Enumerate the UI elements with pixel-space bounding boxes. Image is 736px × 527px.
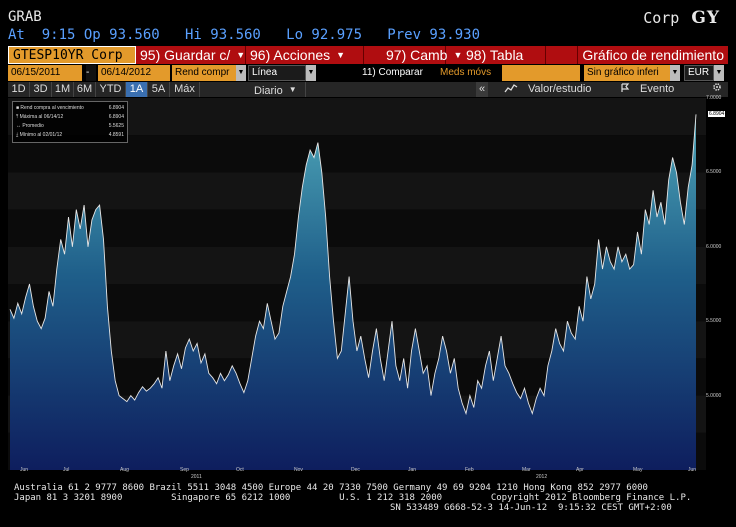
table-label: 98) Tabla: [466, 47, 524, 63]
change-button[interactable]: 97) Camb ▼: [364, 46, 462, 64]
moving-average-field[interactable]: [502, 65, 580, 81]
chevron-down-icon: ▼: [288, 85, 297, 94]
period-button[interactable]: 5A: [148, 82, 170, 97]
chevron-down-icon[interactable]: ▼: [306, 65, 316, 81]
x-month-label: Dec: [351, 467, 360, 473]
x-axis: Jun Jul Aug Sep Oct Nov Dec Jan Feb Mar Apr May Jun 2…: [8, 465, 706, 481]
period-button[interactable]: Máx: [170, 82, 200, 97]
period-bar: 1D 3D 1M 6M YTD 1A 5A Máx Diario ▼ « Valor/estud…: [8, 82, 728, 97]
field-select[interactable]: Rend compr: [172, 65, 236, 81]
period-button[interactable]: 3D: [30, 82, 52, 97]
y-axis: 7.0000 6.5000 6.0000 5.5000 5.0000: [706, 95, 736, 470]
footer-contacts-line-1: Australia 61 2 9777 8600 Brazil 5511 304…: [14, 483, 648, 493]
function-code: GRAB: [8, 9, 42, 25]
x-month-label: Jul: [63, 467, 70, 473]
save-button[interactable]: 95) Guardar c/ ▼: [136, 46, 246, 64]
collapse-button[interactable]: «: [476, 82, 488, 97]
legend-label: ⤒ Máxima al 06/14/12: [16, 113, 63, 122]
compare-button[interactable]: 11) Comparar: [362, 65, 436, 81]
market-sector: Corp GY: [643, 8, 720, 28]
period-button[interactable]: 1D: [8, 82, 30, 97]
legend-label: ■ Rend compra al vencimiento: [16, 104, 84, 113]
period-button[interactable]: YTD: [96, 82, 126, 97]
moving-averages-button[interactable]: Meds móvs: [440, 65, 502, 81]
y-tick-label: 6.5000: [706, 169, 722, 176]
legend-value: 5.5625: [108, 123, 124, 129]
x-month-label: Feb: [465, 467, 474, 473]
change-label: 97) Camb: [386, 47, 448, 63]
x-month-label: Jan: [408, 467, 417, 473]
event-label: Evento: [640, 83, 675, 95]
end-date-field[interactable]: 06/14/2012: [98, 65, 170, 81]
start-date-field[interactable]: 06/15/2011: [8, 65, 82, 81]
chevron-down-icon[interactable]: ▼: [670, 65, 680, 81]
x-month-label: Apr: [576, 467, 584, 473]
legend-value: 4.8591: [108, 132, 124, 138]
table-button[interactable]: 98) Tabla: [446, 46, 546, 64]
ticker-field[interactable]: GTESP10YR Corp: [8, 46, 136, 64]
value-study-button[interactable]: Valor/estudio: [504, 82, 614, 97]
legend-row: ↔ Promedio 5.5625: [16, 122, 124, 131]
chart-legend: ■ Rend compra al vencimiento 6.8904 ⤒ Máxi…: [12, 101, 128, 143]
x-month-label: May: [633, 467, 643, 473]
legend-label-text: Máxima al 06/14/12: [19, 114, 64, 120]
chevron-down-icon[interactable]: ▼: [236, 65, 246, 81]
legend-label-text: Promedio: [22, 123, 44, 129]
footer-contacts-line-2: Japan 81 3 3201 8900 Singapore 65 6212 1…: [14, 493, 692, 503]
legend-label-text: Mínimo al 02/01/12: [19, 132, 63, 138]
function-toolbar: GTESP10YR Corp 95) Guardar c/ ▼ 96) Accio…: [8, 46, 728, 64]
legend-value: 6.8904: [108, 114, 124, 120]
legend-value: 6.8904: [108, 105, 124, 111]
x-month-label: Jun: [688, 467, 697, 473]
value-study-label: Valor/estudio: [528, 83, 592, 95]
market-sector-label: Corp: [643, 9, 680, 27]
period-button[interactable]: 1A: [126, 82, 148, 97]
legend-row: ⤒ Máxima al 06/14/12 6.8904: [16, 113, 124, 122]
y-tick-label: 7.0000: [706, 95, 722, 101]
date-separator: -: [86, 65, 96, 81]
y-tick-label: 6.0000: [706, 243, 722, 250]
grid-band: [8, 172, 706, 210]
legend-row: ■ Rend compra al vencimiento 6.8904: [16, 104, 124, 113]
save-label: 95) Guardar c/: [140, 47, 231, 63]
security-quote-line: At 9:15 Op 93.560 Hi 93.560 Lo 92.975 Pr…: [8, 27, 481, 43]
chart-title: Gráfico de rendimiento: [577, 46, 728, 64]
chevron-down-icon: ▼: [236, 50, 246, 60]
footer-session-line: SN 533489 G668-52-3 14-Jun-12 9:15:32 CE…: [390, 503, 672, 513]
period-buttons: 1D 3D 1M 6M YTD 1A 5A Máx: [8, 82, 228, 97]
legend-row: ⤓ Mínimo al 02/01/12 4.8591: [16, 131, 124, 140]
chevron-down-icon: ▼: [336, 50, 346, 60]
event-button[interactable]: Evento: [620, 82, 716, 97]
exchange-code: GY: [691, 8, 720, 28]
last-value-badge: 6.8904: [708, 111, 726, 118]
chevron-down-icon[interactable]: ▼: [714, 65, 724, 81]
y-tick-label: 5.5000: [706, 318, 722, 325]
x-month-label: Sep: [180, 467, 189, 473]
lower-chart-select[interactable]: Sin gráfico inferi: [584, 65, 670, 81]
x-year-label: 2011: [191, 474, 202, 480]
x-month-label: Aug: [120, 467, 129, 473]
x-month-label: Jun: [20, 467, 29, 473]
line-chart-icon: [504, 84, 518, 93]
actions-label: 96) Acciones: [250, 47, 331, 63]
period-button[interactable]: 1M: [52, 82, 74, 97]
x-month-label: Oct: [236, 467, 244, 473]
frequency-select[interactable]: Diario ▼: [250, 82, 306, 97]
legend-label: ↔ Promedio: [16, 122, 44, 131]
flag-icon: [621, 83, 630, 92]
x-year-label: 2012: [536, 474, 548, 480]
chart-style-select[interactable]: Línea: [248, 65, 306, 81]
actions-button[interactable]: 96) Acciones ▼: [246, 46, 364, 64]
grid-band: [8, 209, 706, 247]
legend-label: ⤓ Mínimo al 02/01/12: [16, 131, 62, 140]
y-tick-label: 5.0000: [706, 392, 722, 399]
period-button[interactable]: 6M: [74, 82, 96, 97]
currency-select[interactable]: EUR: [684, 65, 714, 81]
yield-chart[interactable]: [8, 98, 706, 470]
frequency-label: Diario: [254, 85, 283, 97]
x-month-label: Mar: [522, 467, 531, 473]
x-month-label: Nov: [294, 467, 303, 473]
chart-options-bar: 06/15/2011 - 06/14/2012 Rend compr ▼ Lín…: [8, 65, 728, 81]
legend-label-text: Rend compra al vencimiento: [20, 105, 84, 111]
